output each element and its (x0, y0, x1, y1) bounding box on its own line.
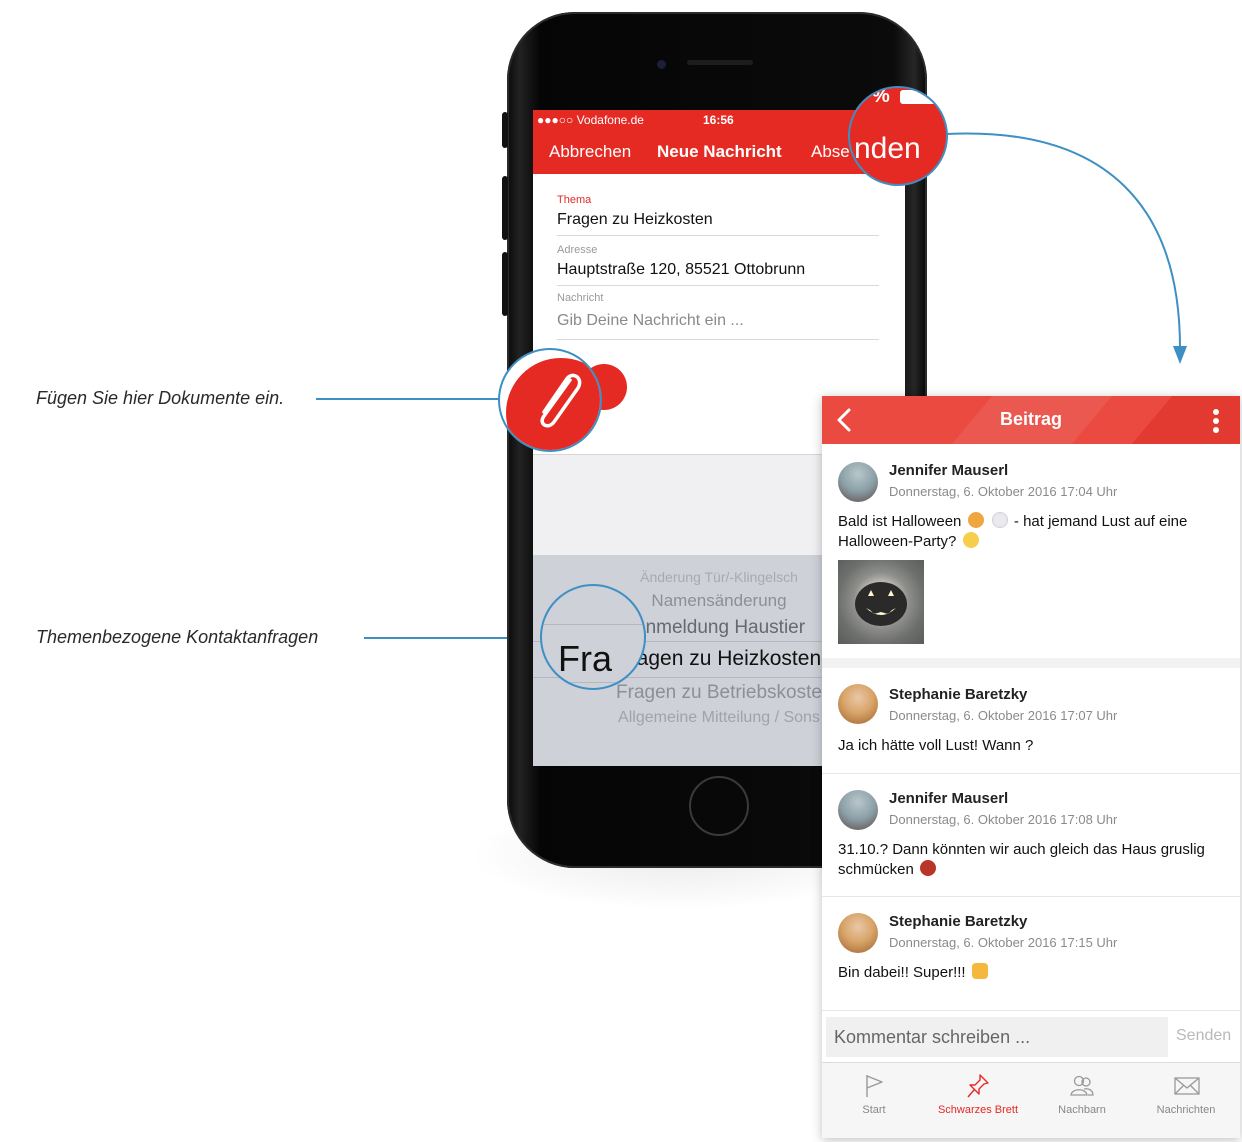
comment-send-button[interactable]: Senden (1176, 1027, 1231, 1045)
cancel-button[interactable]: Abbrechen (549, 142, 631, 162)
smile-icon (962, 532, 979, 548)
avatar (838, 790, 878, 830)
comment-bar: Kommentar schreiben ... Senden (822, 1010, 1240, 1062)
mute-switch (502, 112, 508, 148)
post-author: Stephanie Baretzky (889, 686, 1028, 703)
message-input[interactable]: Gib Deine Nachricht ein ... (557, 312, 879, 334)
earpiece (687, 60, 753, 65)
callout-topics: Themenbezogene Kontaktanfragen (36, 627, 319, 647)
post-text: Bin dabei!! Super!!! (838, 963, 1228, 983)
battery-fragment: % (872, 86, 890, 107)
tab-start[interactable]: Start (822, 1063, 926, 1138)
post-image[interactable] (838, 560, 924, 644)
address-value[interactable]: Hauptstraße 120, 85521 Ottobrunn (557, 261, 879, 283)
tab-label: Nachrichten (1156, 1104, 1216, 1116)
post-date: Donnerstag, 6. Oktober 2016 17:04 Uhr (889, 484, 1118, 499)
send-magnifier: % nden (848, 86, 948, 186)
battery-icon (900, 90, 936, 104)
home-button[interactable] (689, 776, 749, 836)
pumpkin-face-icon (855, 582, 907, 626)
thumbs-up-icon (971, 963, 988, 979)
post-date: Donnerstag, 6. Oktober 2016 17:08 Uhr (889, 812, 1118, 827)
compose-title: Neue Nachricht (657, 142, 782, 161)
post-text: 31.10.? Dann könnten wir auch gleich das… (838, 840, 1228, 880)
post-date: Donnerstag, 6. Oktober 2016 17:15 Uhr (889, 935, 1118, 950)
tab-label: Start (862, 1104, 886, 1116)
message-label: Nachricht (557, 292, 604, 304)
panel-header: Beitrag (822, 396, 1240, 444)
ghost-icon (991, 512, 1008, 528)
post-text-part: Bald ist Halloween (838, 513, 962, 530)
avatar (838, 913, 878, 953)
post[interactable]: Stephanie Baretzky Donnerstag, 6. Oktobe… (822, 897, 1240, 1001)
envelope-icon (1174, 1077, 1200, 1095)
more-options-icon[interactable] (1212, 408, 1220, 434)
avatar (838, 684, 878, 724)
flag-icon (866, 1075, 883, 1097)
neighbors-icon (1070, 1075, 1094, 1096)
beitrag-panel: Beitrag Jennifer Mauserl Donnerstag, 6. … (822, 396, 1240, 1138)
picker-zoom-text: Fra (558, 638, 612, 679)
picker-magnifier-line (542, 682, 644, 683)
post-author: Stephanie Baretzky (889, 913, 1028, 930)
post-text: Ja ich hätte voll Lust! Wann ? (838, 737, 1034, 754)
post-separator (822, 658, 1240, 668)
callout-documents: Fügen Sie hier Dokumente ein. (36, 388, 285, 408)
status-time: 16:56 (703, 113, 734, 127)
avatar (838, 462, 878, 502)
tab-label: Schwarzes Brett (937, 1104, 1019, 1116)
picker-magnifier-line (542, 624, 644, 625)
panel-title: Beitrag (999, 409, 1062, 429)
post-text-part: Bin dabei!! Super!!! (838, 964, 966, 981)
front-camera (657, 60, 666, 69)
tab-label: Nachbarn (1058, 1104, 1106, 1116)
topic-field[interactable]: Thema Fragen zu Heizkosten (557, 194, 879, 236)
address-field[interactable]: Adresse Hauptstraße 120, 85521 Ottobrunn (557, 244, 879, 286)
post-author: Jennifer Mauserl (889, 790, 1009, 807)
attach-magnifier (498, 348, 602, 452)
pumpkin-icon (967, 512, 984, 528)
carrier-label: ●●●○○ Vodafone.de (537, 113, 644, 127)
post[interactable]: Jennifer Mauserl Donnerstag, 6. Oktober … (822, 774, 1240, 894)
post[interactable]: Jennifer Mauserl Donnerstag, 6. Oktober … (822, 444, 1240, 658)
tab-bar: Start Schwarzes Brett Nachbarn Nachricht… (822, 1062, 1240, 1138)
address-label: Adresse (557, 244, 598, 256)
comment-input[interactable]: Kommentar schreiben ... (826, 1017, 1168, 1057)
volume-up-button (502, 176, 508, 240)
post-text-part: 31.10.? Dann könnten wir auch gleich das… (838, 841, 1205, 878)
send-magnifier-status: % (850, 88, 946, 110)
topic-value[interactable]: Fragen zu Heizkosten (557, 211, 879, 233)
volume-down-button (502, 252, 508, 316)
send-button[interactable]: Abse (811, 142, 850, 162)
send-zoom-label[interactable]: nden (854, 132, 921, 166)
tab-nachrichten[interactable]: Nachrichten (1134, 1063, 1238, 1138)
topic-label: Thema (557, 194, 592, 206)
callout-documents-line (316, 396, 505, 402)
post-author: Jennifer Mauserl (889, 462, 1009, 479)
picker-magnifier: Fra (540, 584, 646, 690)
pin-icon (967, 1074, 989, 1098)
tab-schwarzes-brett[interactable]: Schwarzes Brett (926, 1063, 1030, 1138)
post-date: Donnerstag, 6. Oktober 2016 17:07 Uhr (889, 708, 1118, 723)
paperclip-icon (540, 373, 582, 428)
tab-nachbarn[interactable]: Nachbarn (1030, 1063, 1134, 1138)
post-text: Bald ist Halloween - hat jemand Lust auf… (838, 512, 1228, 552)
message-field[interactable]: Nachricht Gib Deine Nachricht ein ... (557, 292, 879, 340)
post[interactable]: Stephanie Baretzky Donnerstag, 6. Oktobe… (822, 668, 1240, 772)
spider-icon (920, 860, 937, 876)
